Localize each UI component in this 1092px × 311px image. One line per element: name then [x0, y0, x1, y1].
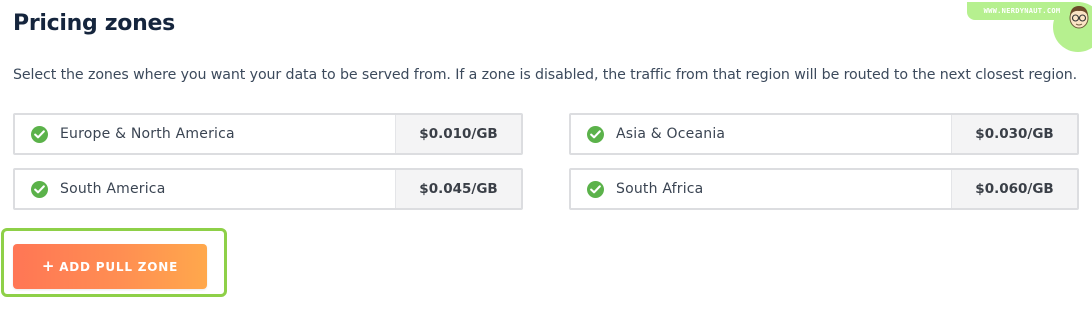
- zone-price: $0.010/GB: [395, 115, 521, 153]
- zone-name: South America: [60, 181, 166, 197]
- zone-left: South Africa: [571, 170, 951, 208]
- zone-card-south-america[interactable]: South America $0.045/GB: [13, 168, 523, 210]
- check-circle-icon: [31, 125, 48, 143]
- check-circle-icon: [31, 180, 48, 198]
- watermark-bar: WWW.NERDYNAUT.COM: [967, 2, 1077, 20]
- pricing-zones-panel: { "header": { "title": "Pricing zones", …: [0, 0, 1092, 311]
- page-title: Pricing zones: [13, 11, 175, 36]
- zone-name: Europe & North America: [60, 126, 235, 142]
- zone-name: South Africa: [616, 181, 704, 197]
- zone-card-south-africa[interactable]: South Africa $0.060/GB: [569, 168, 1079, 210]
- check-circle-icon: [587, 180, 604, 198]
- zone-price: $0.030/GB: [951, 115, 1077, 153]
- zone-left: South America: [15, 170, 395, 208]
- watermark: WWW.NERDYNAUT.COM: [967, 0, 1092, 58]
- zone-card-europe-north-america[interactable]: Europe & North America $0.010/GB: [13, 113, 523, 155]
- zone-left: Asia & Oceania: [571, 115, 951, 153]
- zone-price: $0.045/GB: [395, 170, 521, 208]
- add-pull-zone-button[interactable]: + ADD PULL ZONE: [13, 244, 207, 289]
- zone-card-asia-oceania[interactable]: Asia & Oceania $0.030/GB: [569, 113, 1079, 155]
- zone-left: Europe & North America: [15, 115, 395, 153]
- plus-icon: +: [41, 257, 56, 275]
- watermark-text: WWW.NERDYNAUT.COM: [983, 7, 1061, 15]
- add-pull-zone-label: ADD PULL ZONE: [59, 259, 179, 274]
- page-description: Select the zones where you want your dat…: [13, 67, 1078, 83]
- mascot-icon: [1069, 6, 1089, 29]
- check-circle-icon: [587, 125, 604, 143]
- zone-name: Asia & Oceania: [616, 126, 726, 142]
- zone-price: $0.060/GB: [951, 170, 1077, 208]
